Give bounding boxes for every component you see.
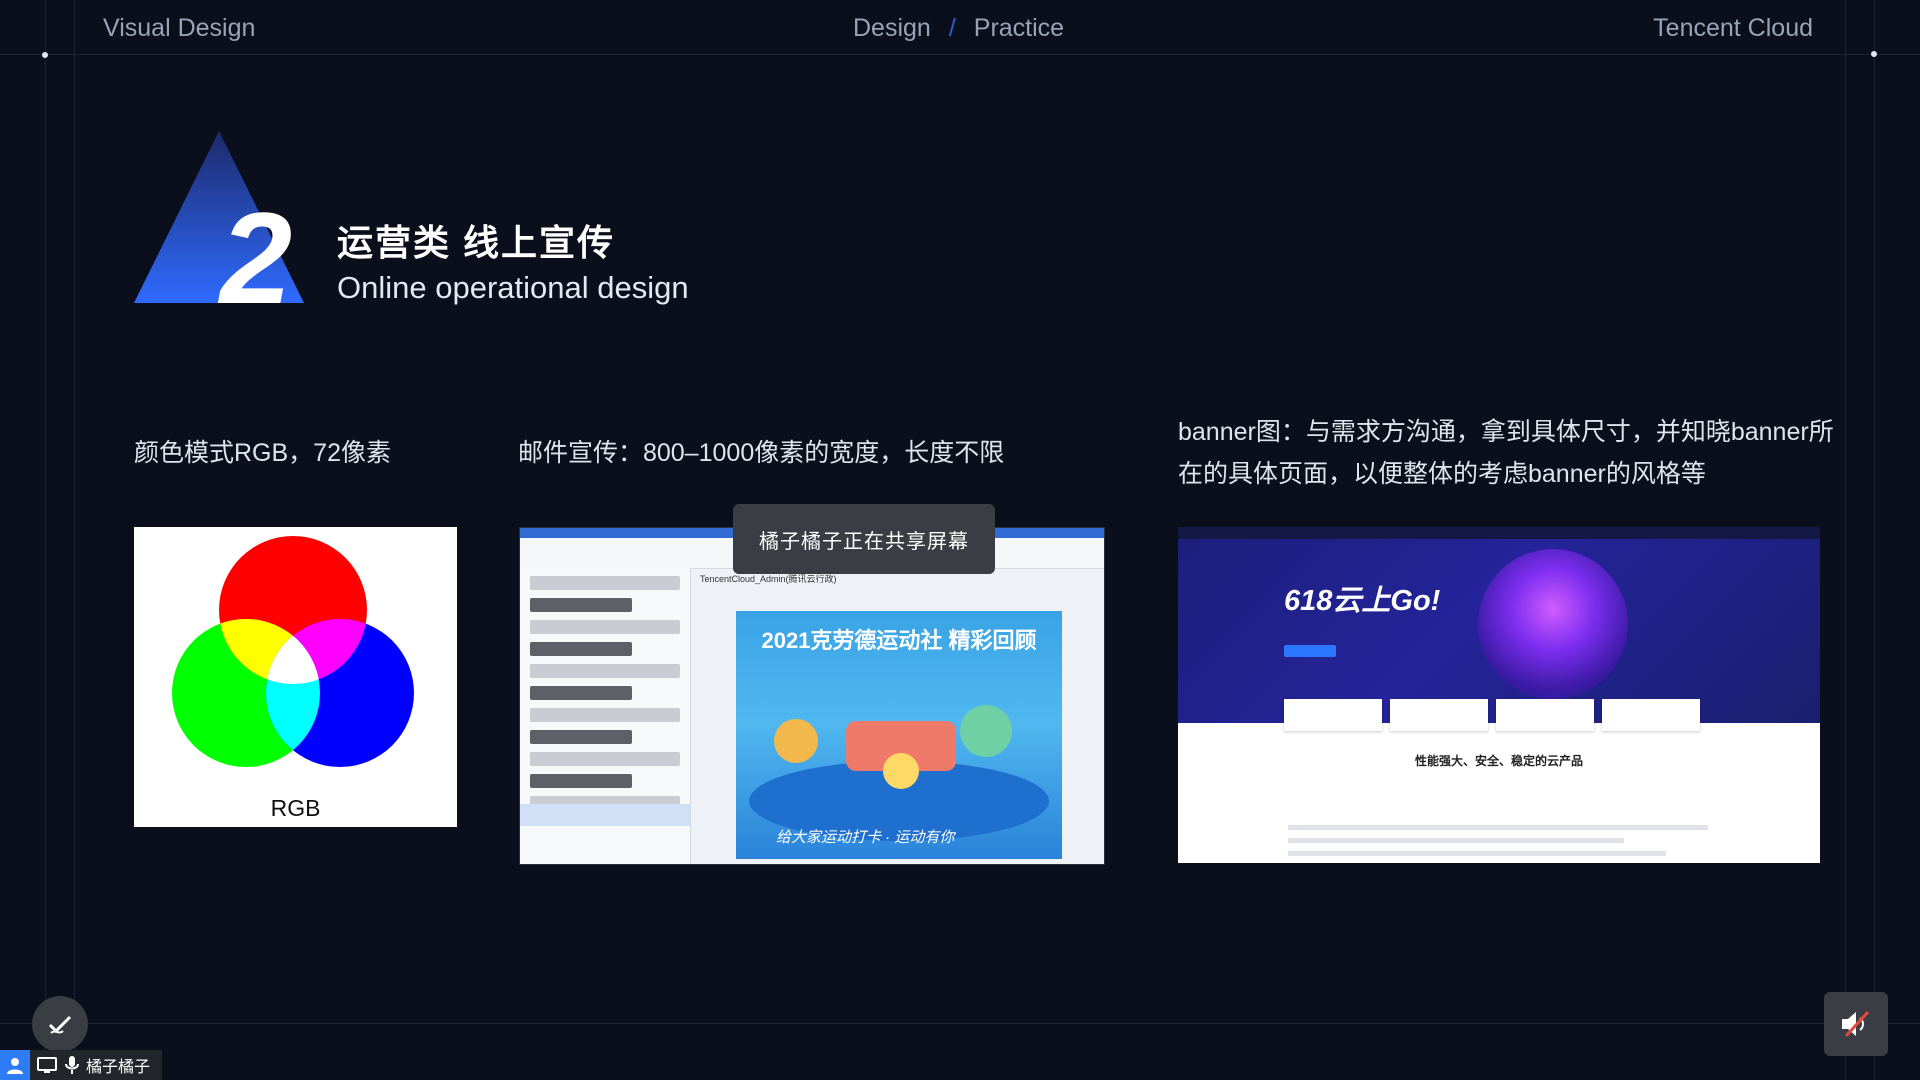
presenter-bar: 橘子橘子	[0, 1050, 163, 1080]
left-guide-line-2	[74, 0, 75, 1080]
user-icon	[7, 1058, 23, 1074]
screen-share-icon	[37, 1057, 57, 1073]
right-guide-line	[1845, 0, 1846, 1080]
caption-rgb: 颜色模式RGB，72像素	[134, 439, 391, 467]
section-title-cn: 运营类 线上宣传	[337, 222, 616, 263]
mail-poster-title: 2021克劳德运动社 精彩回顾	[761, 628, 1037, 653]
annotate-button[interactable]	[32, 996, 88, 1052]
banner-cta-button	[1284, 645, 1336, 657]
right-guide-line-2	[1874, 0, 1875, 1080]
breadcrumb-separator: /	[948, 14, 956, 42]
footer-divider	[0, 1023, 1920, 1024]
mail-poster: 2021克劳德运动社 精彩回顾 给大家运动打卡 · 运动有你	[736, 611, 1062, 859]
speaker-muted-icon	[1842, 1010, 1870, 1038]
rgb-diagram-card: RGB	[134, 527, 457, 827]
banner-subtitle: 性能强大、安全、稳定的云产品	[1414, 754, 1583, 768]
screen-share-toast: 橘子橘子正在共享屏幕	[733, 504, 995, 574]
breadcrumb-design: Design	[853, 14, 931, 42]
email-screenshot-card: TencentCloud_Admin(腾讯云行政) 2021克劳德运动社 精彩回…	[519, 527, 1105, 865]
section-number-badge: 2	[134, 131, 304, 311]
banner-cloud-graphic	[1478, 549, 1628, 699]
banner-headline: 618云上Go!	[1284, 585, 1441, 617]
left-guide-line	[45, 0, 46, 1080]
header-breadcrumb: Design / Practice	[853, 14, 1064, 43]
mail-selected-row	[520, 804, 690, 826]
caption-banner: banner图：与需求方沟通，拿到具体尺寸，并知晓banner所在的具体页面，以…	[1178, 418, 1834, 488]
header-divider	[0, 54, 1920, 55]
mute-button[interactable]	[1824, 992, 1888, 1056]
banner-topnav	[1178, 527, 1820, 539]
user-icon-box	[0, 1050, 30, 1080]
microphone-icon[interactable]	[64, 1055, 80, 1075]
banner-content-rows	[1288, 817, 1708, 863]
banner-screenshot-card: 618云上Go! 性能强大、安全、稳定的云产品	[1178, 527, 1820, 863]
corner-dot-left	[42, 52, 48, 58]
header-right-label: Tencent Cloud	[1653, 14, 1813, 42]
rgb-label: RGB	[270, 795, 321, 821]
rgb-overlap-layer	[134, 527, 457, 787]
mail-poster-footer: 给大家运动打卡 · 运动有你	[776, 829, 955, 846]
banner-product-tiles	[1284, 699, 1700, 731]
header-left-label: Visual Design	[103, 14, 256, 42]
section-title-en: Online operational design	[337, 270, 689, 305]
caption-email: 邮件宣传：800–1000像素的宽度，长度不限	[518, 439, 1005, 467]
pen-annotate-icon	[48, 1015, 72, 1034]
section-number: 2	[217, 185, 292, 311]
presenter-name: 橘子橘子	[86, 1059, 151, 1076]
corner-dot-right	[1871, 51, 1877, 57]
breadcrumb-practice: Practice	[973, 14, 1065, 42]
